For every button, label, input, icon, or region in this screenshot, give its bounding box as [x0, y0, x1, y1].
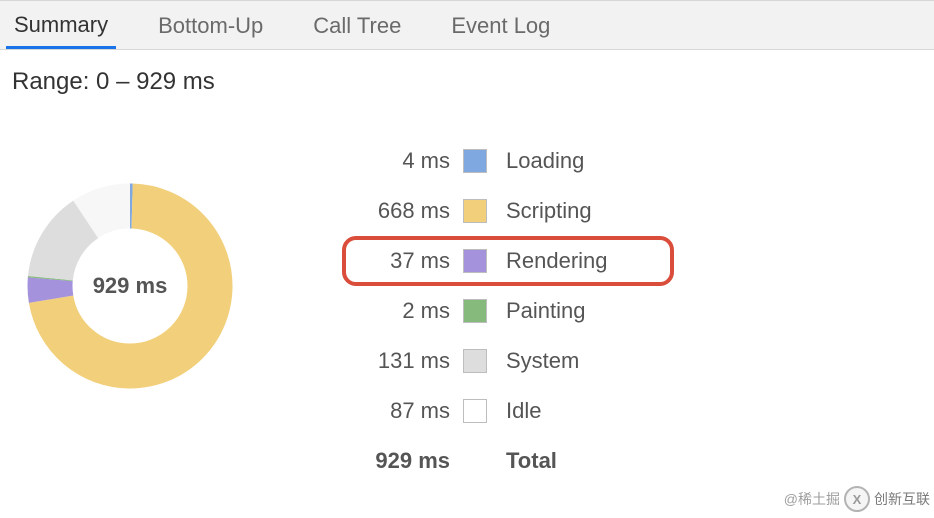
legend-label: Idle — [500, 398, 660, 424]
legend-table: 4 ms Loading 668 ms Scripting 37 ms Rendering… — [260, 126, 660, 486]
tab-summary[interactable]: Summary — [6, 2, 116, 49]
legend-row-system: 131 ms System — [350, 336, 660, 386]
legend-row-loading: 4 ms Loading — [350, 136, 660, 186]
watermark: @稀土掘 X 创新互联 — [784, 486, 930, 512]
legend-swatch-cell — [450, 299, 500, 323]
legend-label: Loading — [500, 148, 660, 174]
legend-row-rendering: 37 ms Rendering — [350, 236, 660, 286]
legend-ms: 2 ms — [350, 298, 450, 324]
color-swatch-icon — [463, 399, 487, 423]
legend-row-idle: 87 ms Idle — [350, 386, 660, 436]
legend-ms: 87 ms — [350, 398, 450, 424]
tab-event-log[interactable]: Event Log — [443, 3, 558, 47]
watermark-badge-icon: X — [844, 486, 870, 512]
legend-swatch-cell — [450, 149, 500, 173]
legend-swatch-cell — [450, 199, 500, 223]
legend-row-painting: 2 ms Painting — [350, 286, 660, 336]
legend-label: System — [500, 348, 660, 374]
donut-chart: 929 ms — [20, 176, 240, 396]
legend-label: Total — [500, 448, 660, 474]
watermark-badge-text: 创新互联 — [874, 489, 930, 509]
legend-label: Rendering — [500, 248, 660, 274]
legend-ms: 37 ms — [350, 248, 450, 274]
donut-center-label: 929 ms — [20, 176, 240, 396]
color-swatch-icon — [463, 349, 487, 373]
legend-swatch-cell — [450, 249, 500, 273]
legend-swatch-cell — [450, 349, 500, 373]
legend-row-total: 929 ms Total — [350, 436, 660, 486]
legend-label: Scripting — [500, 198, 660, 224]
legend-ms: 929 ms — [350, 448, 450, 474]
range-text: Range: 0 – 929 ms — [0, 50, 934, 106]
summary-panel: 929 ms 4 ms Loading 668 ms Scripting 37 ms Re… — [0, 106, 934, 486]
donut-chart-wrap: 929 ms — [0, 126, 260, 396]
watermark-text: @稀土掘 — [784, 489, 840, 509]
legend-ms: 4 ms — [350, 148, 450, 174]
legend-label: Painting — [500, 298, 660, 324]
color-swatch-icon — [463, 249, 487, 273]
color-swatch-icon — [463, 149, 487, 173]
color-swatch-icon — [463, 299, 487, 323]
legend-row-scripting: 668 ms Scripting — [350, 186, 660, 236]
legend-ms: 668 ms — [350, 198, 450, 224]
legend-swatch-cell — [450, 399, 500, 423]
watermark-badge: X 创新互联 — [844, 486, 930, 512]
color-swatch-icon — [463, 199, 487, 223]
tab-call-tree[interactable]: Call Tree — [305, 3, 409, 47]
legend-ms: 131 ms — [350, 348, 450, 374]
tab-bottom-up[interactable]: Bottom-Up — [150, 3, 271, 47]
tabs-bar: Summary Bottom-Up Call Tree Event Log — [0, 0, 934, 50]
